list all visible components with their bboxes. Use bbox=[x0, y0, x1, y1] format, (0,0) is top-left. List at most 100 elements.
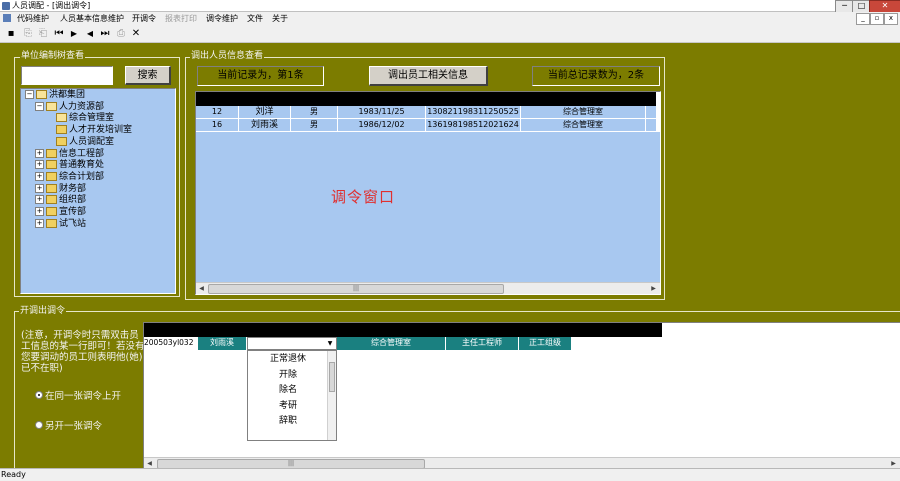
table-cell[interactable]: 130821198311250525 bbox=[426, 106, 521, 119]
list-item[interactable]: 考研 bbox=[248, 399, 328, 413]
menu-issue-order[interactable]: 开调令 bbox=[132, 12, 156, 25]
folder-icon bbox=[56, 125, 67, 135]
table-cell[interactable]: 刘雨溪 bbox=[239, 119, 291, 132]
expand-icon[interactable]: + bbox=[35, 183, 44, 193]
mdi-child-icon bbox=[3, 14, 11, 22]
tree-node[interactable]: + 试飞站 bbox=[35, 218, 86, 230]
menu-order-maintenance[interactable]: 调令维护 bbox=[206, 12, 238, 25]
tree-node[interactable]: + 宣传部 bbox=[35, 207, 86, 218]
tree-node-label: 人力资源部 bbox=[59, 101, 105, 112]
table-cell[interactable]: 综合管理室 bbox=[337, 337, 446, 350]
radio-new-order[interactable] bbox=[35, 421, 43, 429]
title-bar: 人员调配 - [调出调令] ─ □ ✕ bbox=[0, 0, 900, 13]
collapse-icon[interactable]: − bbox=[25, 90, 34, 99]
tree-node[interactable]: 综合管理室 bbox=[45, 113, 114, 124]
tree-node-label: 综合管理室 bbox=[69, 113, 115, 124]
issue-order-group: 开调出调令 (注意，开调令时只需双击员工信息的某一行即可！若没有您要调动的员工则… bbox=[14, 306, 900, 469]
expand-icon[interactable]: + bbox=[35, 207, 44, 216]
order-grid-header bbox=[144, 323, 662, 337]
radio-same-order-label[interactable]: 在同一张调令上开 bbox=[45, 388, 121, 402]
scroll-right-icon[interactable]: ▶ bbox=[648, 283, 659, 294]
table-cell[interactable] bbox=[572, 337, 662, 350]
prev-record-icon[interactable]: ◀ bbox=[84, 27, 96, 40]
toolbar: ▪ ⎘ ⎗ ⏮ ▶ ◀ ⏭ ⎙ ✕ bbox=[0, 25, 900, 43]
table-cell[interactable]: 136198198512021624 bbox=[426, 119, 521, 132]
menu-about[interactable]: 关于 bbox=[272, 12, 288, 25]
order-reason-dropdown[interactable]: ▼ bbox=[247, 337, 337, 350]
table-cell[interactable]: 1986/12/02 bbox=[338, 119, 426, 132]
window-title: 人员调配 - [调出调令] bbox=[12, 1, 91, 10]
table-cell[interactable]: 男 bbox=[291, 106, 338, 119]
folder-icon bbox=[56, 136, 67, 146]
table-cell[interactable]: 综合管理室 bbox=[521, 119, 646, 132]
expand-icon[interactable]: + bbox=[35, 171, 44, 181]
radio-same-order[interactable] bbox=[35, 391, 43, 399]
close-icon[interactable]: ✕ bbox=[130, 27, 142, 40]
status-bar: Ready bbox=[0, 468, 900, 481]
scroll-thumb[interactable]: ||| bbox=[208, 284, 504, 294]
outgoing-grid-body: 12 刘洋男 1983/11/25 130821198311250525 综合管理室 16… bbox=[196, 106, 660, 132]
tree-node-label: 财务部 bbox=[59, 183, 87, 194]
order-grid[interactable]: 200503yl032 刘雨溪 综合管理室 主任工程师 正工组级 ▼ 正常退休开除 除名考… bbox=[143, 322, 900, 469]
menu-code-maintenance[interactable]: 代码维护 bbox=[17, 12, 49, 25]
tree-node-label: 宣传部 bbox=[59, 207, 87, 217]
tree-node[interactable]: + 财务部 bbox=[35, 183, 87, 195]
outgoing-staff-grid[interactable]: 12 刘洋男 1983/11/25 130821198311250525 综合管理室 16… bbox=[195, 91, 661, 295]
tree-node-label: 组织部 bbox=[59, 195, 87, 206]
table-cell[interactable]: 12 bbox=[196, 106, 239, 119]
next-record-icon[interactable]: ▶ bbox=[68, 27, 80, 40]
table-cell[interactable]: 刘洋 bbox=[239, 106, 291, 119]
tree-node-label: 信息工程部 bbox=[59, 148, 105, 159]
app-icon bbox=[2, 2, 10, 10]
list-scroll-thumb[interactable] bbox=[329, 362, 335, 392]
table-cell[interactable]: 综合管理室 bbox=[521, 106, 646, 119]
list-item[interactable]: 正常退休 bbox=[248, 352, 328, 366]
table-cell[interactable]: 正工组级 bbox=[519, 337, 572, 350]
tree-node-label: 洪都集团 bbox=[49, 90, 86, 100]
chevron-down-icon[interactable]: ▼ bbox=[325, 338, 335, 349]
save-icon[interactable]: ▪ bbox=[5, 27, 17, 40]
tree-node[interactable]: + 信息工程部 bbox=[35, 148, 105, 160]
tree-node[interactable]: + 普通教育处 bbox=[35, 160, 104, 171]
menu-report-print: 报表打印 bbox=[165, 14, 197, 23]
radio-new-order-label[interactable]: 另开一张调令 bbox=[45, 418, 102, 432]
org-search-input[interactable] bbox=[21, 66, 113, 85]
last-record-icon[interactable]: ⏭ bbox=[99, 27, 111, 40]
first-record-icon[interactable]: ⏮ bbox=[53, 27, 65, 40]
list-item[interactable]: 开除 bbox=[248, 368, 328, 382]
org-tree[interactable]: − 洪都集团 − 人力资源部 综合管理室 人才开发培训室 人员调配室 + 信息工程部 + 普通教育处… bbox=[20, 88, 176, 294]
order-reason-list[interactable]: 正常退休开除 除名考研 辞职 bbox=[247, 350, 337, 441]
table-cell[interactable]: 刘雨溪 bbox=[198, 337, 247, 350]
tree-node[interactable]: − 洪都集团 bbox=[25, 90, 85, 101]
menu-file[interactable]: 文件 bbox=[247, 12, 263, 25]
list-item[interactable]: 除名 bbox=[248, 383, 328, 397]
table-cell[interactable]: 200503yl032 bbox=[144, 337, 198, 350]
collapse-icon[interactable]: − bbox=[35, 101, 44, 111]
tree-node[interactable]: + 组织部 bbox=[35, 195, 86, 206]
list-vscrollbar[interactable] bbox=[327, 351, 336, 440]
tree-node[interactable]: + 综合计划部 bbox=[35, 171, 105, 183]
expand-icon[interactable]: + bbox=[35, 148, 44, 158]
outgoing-hscrollbar[interactable]: ◀ ||| ▶ bbox=[196, 282, 660, 294]
related-info-button[interactable]: 调出员工相关信息 bbox=[369, 66, 488, 86]
table-cell[interactable]: 1983/11/25 bbox=[338, 106, 426, 119]
expand-icon[interactable]: + bbox=[35, 195, 44, 205]
table-cell[interactable]: 16 bbox=[196, 119, 239, 132]
scroll-left-icon[interactable]: ◀ bbox=[196, 283, 207, 294]
tree-node-label: 综合计划部 bbox=[59, 171, 105, 182]
expand-icon[interactable]: + bbox=[35, 160, 44, 170]
tree-node[interactable]: 人员调配室 bbox=[45, 136, 114, 148]
table-cell[interactable]: 男 bbox=[291, 119, 338, 132]
mdi-restore-button[interactable]: ▫ bbox=[870, 13, 884, 25]
tree-node[interactable]: 人才开发培训室 bbox=[45, 125, 132, 136]
search-button[interactable]: 搜索 bbox=[125, 66, 171, 85]
mdi-close-button[interactable]: x bbox=[884, 13, 898, 25]
expand-icon[interactable]: + bbox=[35, 218, 44, 228]
mdi-minimize-button[interactable]: _ bbox=[856, 13, 870, 25]
order-grid-row[interactable]: 200503yl032 刘雨溪 综合管理室 主任工程师 正工组级 bbox=[144, 337, 662, 350]
folder-icon bbox=[46, 207, 57, 216]
menu-staff-info-maintenance[interactable]: 人员基本信息维护 bbox=[60, 12, 124, 25]
list-item[interactable]: 辞职 bbox=[248, 414, 328, 428]
tree-node[interactable]: − 人力资源部 bbox=[35, 101, 105, 113]
table-cell[interactable]: 主任工程师 bbox=[446, 337, 519, 350]
